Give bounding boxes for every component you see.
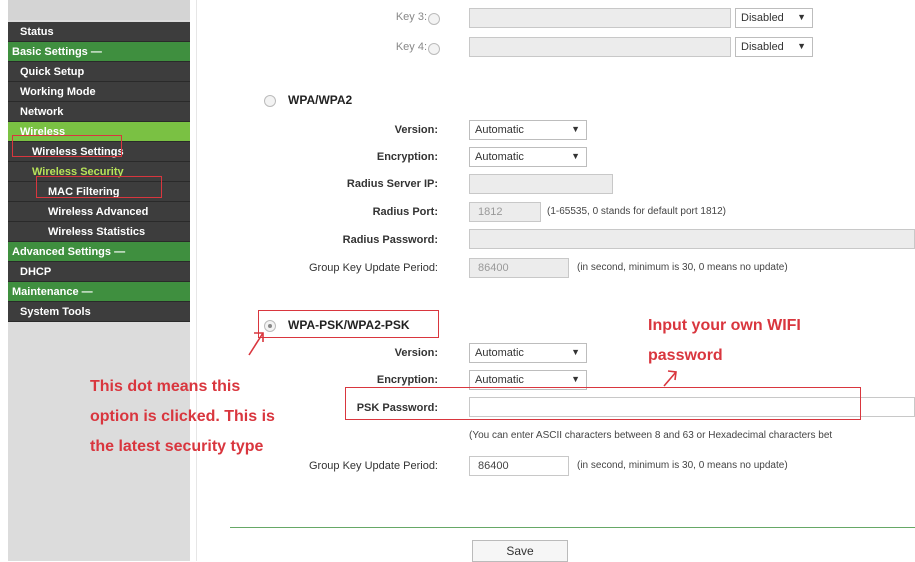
radius-port-label: Radius Port:	[372, 206, 438, 218]
sidebar-group-basic-settings[interactable]: Basic Settings —	[8, 42, 190, 62]
sidebar-item-wireless-advanced[interactable]: Wireless Advanced	[8, 202, 190, 222]
psk-password-hint: (You can enter ASCII characters between …	[469, 430, 833, 441]
sidebar-item-system-tools[interactable]: System Tools	[8, 302, 190, 322]
radius-ip-input[interactable]	[469, 174, 613, 194]
sidebar-top	[8, 0, 190, 20]
chevron-down-icon: ▼	[571, 124, 580, 134]
radius-port-input[interactable]: 1812	[469, 202, 541, 222]
wpa-group-key-label: Group Key Update Period:	[308, 262, 438, 274]
sidebar-item-status[interactable]: Status	[8, 22, 190, 42]
radius-password-label: Radius Password:	[342, 234, 438, 246]
wpa-version-label: Version:	[394, 124, 438, 136]
wpa-psk-group-key-input[interactable]: 86400	[469, 456, 569, 476]
wpa-version-select[interactable]: Automatic ▼	[469, 120, 587, 140]
chevron-down-icon: ▼	[797, 41, 806, 51]
wpa-psk-encryption-label: Encryption:	[376, 374, 438, 386]
key4-type-value: Disabled	[741, 41, 784, 53]
radius-ip-label: Radius Server IP:	[346, 178, 438, 190]
wpa-psk-group-key-hint: (in second, minimum is 30, 0 means no up…	[577, 460, 788, 471]
sidebar-item-wireless-statistics[interactable]: Wireless Statistics	[8, 222, 190, 242]
sidebar-nav: Status Basic Settings — Quick Setup Work…	[8, 0, 190, 561]
key3-type-select[interactable]: Disabled ▼	[735, 8, 813, 28]
key4-label: Key 4:	[395, 41, 427, 53]
sidebar-item-dhcp[interactable]: DHCP	[8, 262, 190, 282]
sidebar-item-working-mode[interactable]: Working Mode	[8, 82, 190, 102]
key3-label: Key 3:	[395, 11, 427, 23]
main-content: Key 3: Disabled ▼ Key 4: Disabled ▼ WPA/…	[197, 0, 915, 562]
wpa-group-key-hint: (in second, minimum is 30, 0 means no up…	[577, 262, 788, 273]
highlight-wpa-psk-title	[258, 310, 439, 338]
wpa-psk-encryption-value: Automatic	[475, 374, 524, 386]
wpa-encryption-value: Automatic	[475, 151, 524, 163]
radius-port-hint: (1-65535, 0 stands for default port 1812…	[547, 206, 727, 217]
highlight-wireless	[12, 135, 122, 157]
chevron-down-icon: ▼	[571, 374, 580, 384]
key3-input[interactable]	[469, 8, 731, 28]
chevron-down-icon: ▼	[797, 12, 806, 22]
radius-password-input[interactable]	[469, 229, 915, 249]
sidebar-item-quick-setup[interactable]: Quick Setup	[8, 62, 190, 82]
key3-type-value: Disabled	[741, 12, 784, 24]
wpa-psk-group-key-label: Group Key Update Period:	[308, 460, 438, 472]
wpa-psk-version-value: Automatic	[475, 347, 524, 359]
annotation-wifi-line2: password	[648, 347, 723, 364]
save-button[interactable]: Save	[472, 540, 568, 562]
key4-input[interactable]	[469, 37, 731, 57]
annotation-dot-line2: option is clicked. This is	[90, 408, 275, 425]
chevron-down-icon: ▼	[571, 347, 580, 357]
annotation-dot-line3: the latest security type	[90, 438, 264, 455]
sidebar-group-advanced-settings[interactable]: Advanced Settings —	[8, 242, 190, 262]
wpa-group-key-value: 86400	[478, 262, 509, 274]
key3-radio[interactable]	[428, 13, 440, 25]
sidebar-group-maintenance[interactable]: Maintenance —	[8, 282, 190, 302]
key4-radio[interactable]	[428, 43, 440, 55]
wpa-version-value: Automatic	[475, 124, 524, 136]
wpa-psk-version-select[interactable]: Automatic ▼	[469, 343, 587, 363]
wpa-group-key-input[interactable]: 86400	[469, 258, 569, 278]
highlight-wireless-security	[36, 176, 162, 198]
annotation-dot-line1: This dot means this	[90, 378, 241, 395]
wpa-section-title: WPA/WPA2	[288, 93, 353, 107]
wpa-psk-version-label: Version:	[394, 347, 438, 359]
wpa-encryption-select[interactable]: Automatic ▼	[469, 147, 587, 167]
highlight-psk-password	[345, 387, 861, 420]
chevron-down-icon: ▼	[571, 151, 580, 161]
annotation-wifi-line1: Input your own WIFI	[648, 317, 801, 334]
sidebar-item-network[interactable]: Network	[8, 102, 190, 122]
radius-port-value: 1812	[478, 206, 503, 218]
wpa-radio[interactable]	[264, 95, 276, 107]
key4-type-select[interactable]: Disabled ▼	[735, 37, 813, 57]
wpa-encryption-label: Encryption:	[376, 151, 438, 163]
wpa-psk-group-key-value: 86400	[478, 460, 509, 472]
form-divider	[230, 527, 915, 528]
